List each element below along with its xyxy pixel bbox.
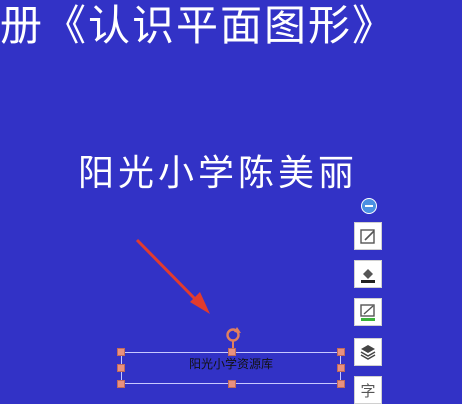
edit-shape-icon <box>360 229 375 244</box>
resize-handle-bottom[interactable] <box>228 380 236 388</box>
edit-shape-button[interactable] <box>354 222 382 250</box>
collapse-icon[interactable] <box>361 198 377 214</box>
slide-author: 阳光小学陈美丽 <box>78 153 359 194</box>
resize-handle-bottom-left[interactable] <box>117 380 125 388</box>
text-icon: 字 <box>360 381 376 400</box>
resize-handle-bottom-right[interactable] <box>337 380 345 388</box>
resize-handle-top[interactable] <box>228 348 236 356</box>
resize-handle-top-right[interactable] <box>337 348 345 356</box>
textbox-text[interactable]: 阳光小学资源库 <box>122 353 340 375</box>
fill-color-button[interactable] <box>354 260 382 288</box>
outline-color-button[interactable] <box>354 298 382 326</box>
rotate-icon[interactable] <box>225 327 241 343</box>
text-button[interactable]: 字 <box>354 376 382 404</box>
layers-icon <box>360 345 376 360</box>
slide-title: 册《认识平面图形》 <box>0 1 397 50</box>
resize-handle-right[interactable] <box>337 364 345 372</box>
resize-handle-left[interactable] <box>117 364 125 372</box>
fill-color-icon <box>361 269 375 283</box>
resize-handle-top-left[interactable] <box>117 348 125 356</box>
layers-button[interactable] <box>354 338 382 366</box>
outline-color-icon <box>360 304 375 321</box>
